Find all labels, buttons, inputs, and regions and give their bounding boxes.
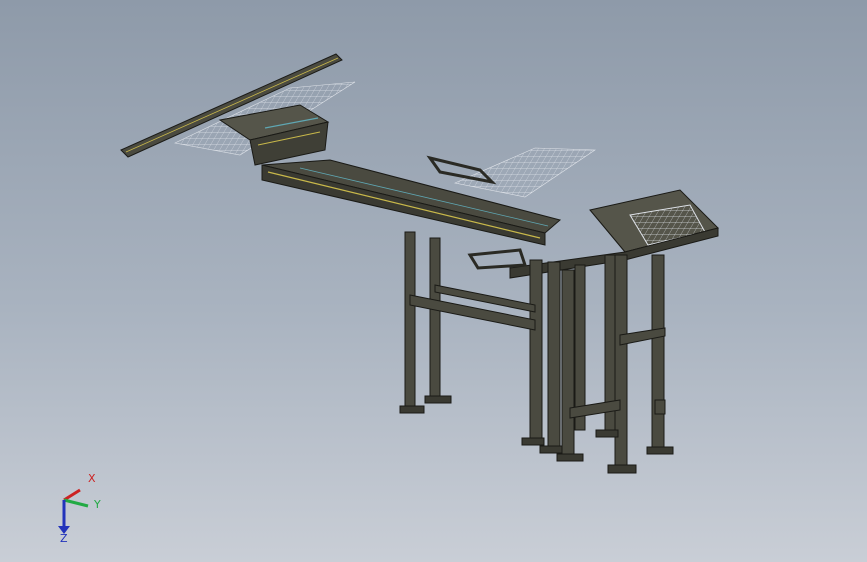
gantry-assembly-model[interactable] [0, 0, 867, 562]
support-legs [404, 231, 665, 468]
z-axis-label: Z [60, 532, 68, 545]
triad-axes [58, 488, 89, 534]
cad-viewport[interactable]: X Y Z [0, 0, 867, 562]
mesh-panel-center [454, 147, 596, 198]
x-axis-label: X [88, 472, 96, 485]
y-axis-label: Y [94, 498, 101, 511]
orientation-triad: X Y Z [44, 470, 114, 550]
